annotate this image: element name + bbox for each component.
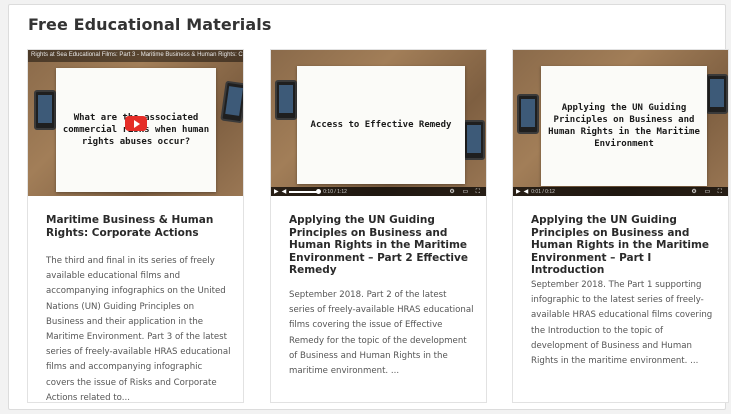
volume-icon[interactable]: ◀	[524, 188, 529, 195]
progress-bar[interactable]	[289, 188, 322, 194]
phone-decoration	[34, 90, 56, 130]
play-icon[interactable]: ▶	[516, 188, 521, 195]
phone-decoration	[275, 80, 297, 120]
play-icon[interactable]	[125, 116, 147, 131]
material-card-effective-remedy[interactable]: Access to Effective Remedy ▶ ◀ 0:10 / 1:…	[270, 49, 487, 403]
thumbnail-paper: Access to Effective Remedy	[297, 66, 465, 184]
card-title[interactable]: Maritime Business & Human Rights: Corpor…	[46, 214, 231, 239]
video-time: 0:01 / 0:12	[531, 188, 555, 195]
section-title: Free Educational Materials	[28, 15, 272, 34]
video-title-bar: Rights at Sea Educational Films: Part 3 …	[28, 50, 243, 62]
thumbnail-text: Access to Effective Remedy	[310, 119, 452, 130]
card-title[interactable]: Applying the UN Guiding Principles on Bu…	[289, 214, 474, 277]
material-card-introduction[interactable]: Applying the UN Guiding Principles on Bu…	[512, 49, 729, 403]
card-description: September 2018. The Part 1 supporting in…	[531, 280, 713, 367]
video-controls: ▶ ◀ 0:01 / 0:12 ⚙ ▭ ⛶	[513, 187, 728, 196]
video-thumbnail[interactable]: Applying the UN Guiding Principles on Bu…	[513, 50, 728, 196]
volume-icon[interactable]: ◀	[282, 188, 287, 195]
play-icon[interactable]: ▶	[274, 188, 279, 195]
phone-decoration	[463, 120, 485, 160]
thumbnail-paper: Applying the UN Guiding Principles on Bu…	[541, 66, 707, 186]
settings-icon[interactable]: ⚙ ▭ ⛶	[449, 188, 483, 196]
video-thumbnail[interactable]: What are the associated commercial risks…	[28, 50, 243, 196]
card-description: The third and final in its series of fre…	[46, 256, 231, 403]
card-title[interactable]: Applying the UN Guiding Principles on Bu…	[531, 214, 716, 277]
phone-decoration	[220, 80, 243, 124]
video-thumbnail[interactable]: Access to Effective Remedy ▶ ◀ 0:10 / 1:…	[271, 50, 486, 196]
video-time: 0:10 / 1:12	[323, 188, 347, 195]
phone-decoration	[517, 94, 539, 134]
fullscreen-icon[interactable]: ⚙ ▭ ⛶	[691, 188, 725, 196]
card-description: September 2018. Part 2 of the latest ser…	[289, 290, 474, 377]
material-card-corporate-actions[interactable]: What are the associated commercial risks…	[27, 49, 244, 403]
materials-panel: Free Educational Materials What are the …	[8, 4, 729, 410]
phone-decoration	[706, 74, 728, 114]
video-controls: ▶ ◀ 0:10 / 1:12 ⚙ ▭ ⛶	[271, 187, 486, 196]
thumbnail-text: Applying the UN Guiding Principles on Bu…	[548, 102, 700, 150]
